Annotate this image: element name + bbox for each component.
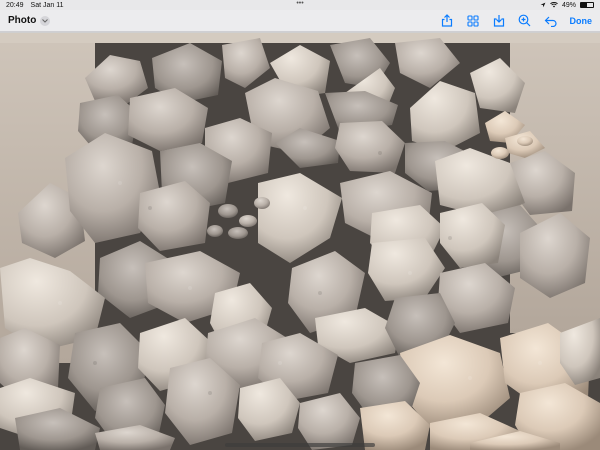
save-button[interactable]	[492, 14, 506, 28]
photo-canvas[interactable]	[0, 33, 600, 450]
zoom-in-button[interactable]	[518, 14, 532, 28]
ipad-screen: 20:49 Sat Jan 11 ••• 49% Photo Done	[0, 0, 600, 450]
chevron-down-icon[interactable]	[40, 15, 51, 26]
grid-icon	[466, 14, 479, 27]
status-right: 49%	[540, 2, 594, 9]
multitask-dots[interactable]: •••	[296, 0, 303, 8]
status-left: 20:49 Sat Jan 11	[6, 2, 63, 9]
grid-button[interactable]	[466, 14, 480, 28]
share-button[interactable]	[440, 14, 454, 28]
toolbar: Done	[440, 14, 593, 28]
page-title: Photo	[8, 15, 37, 26]
undo-button[interactable]	[544, 14, 558, 28]
title-menu[interactable]: Photo	[8, 15, 51, 26]
nav-bar: Photo Done	[0, 10, 600, 32]
share-icon	[441, 14, 452, 27]
status-date: Sat Jan 11	[30, 1, 64, 9]
zoom-in-icon	[518, 14, 531, 27]
save-icon	[493, 15, 504, 27]
battery-icon	[580, 2, 594, 8]
battery-fill	[581, 3, 587, 7]
status-bar: 20:49 Sat Jan 11 ••• 49%	[0, 0, 600, 10]
home-indicator[interactable]	[225, 443, 375, 447]
status-time: 20:49	[6, 1, 24, 9]
wifi-icon	[550, 2, 558, 8]
undo-icon	[544, 16, 557, 27]
location-icon	[540, 2, 546, 8]
done-button[interactable]: Done	[570, 16, 593, 26]
box-top-rim	[0, 33, 600, 43]
battery-percent: 49%	[561, 1, 576, 9]
crushed-stone-photo	[0, 33, 600, 450]
